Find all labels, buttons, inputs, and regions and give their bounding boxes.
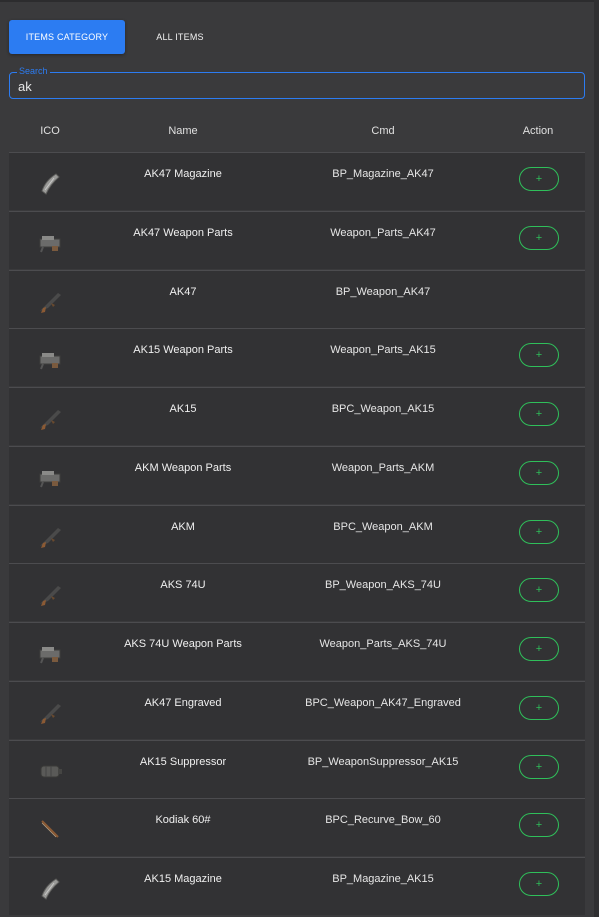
add-item-button[interactable]: + [519, 813, 559, 838]
rifle-icon [34, 696, 66, 728]
item-name: AK15 [169, 403, 197, 415]
add-item-button[interactable]: + [519, 695, 559, 720]
add-item-button[interactable]: + [519, 167, 559, 191]
item-name: AKM Weapon Parts [134, 461, 232, 474]
table-row: AK15 Suppressor BP_WeaponSuppressor_AK15 + [9, 739, 585, 798]
weapon-parts-icon [34, 637, 66, 669]
table-row: AKM Weapon Parts Weapon_Parts_AKM + [9, 445, 585, 504]
table-row: AK47 Magazine BP_Magazine_AK47 + [9, 152, 585, 210]
weapon-parts-icon [34, 226, 66, 258]
header-cmd: Cmd [371, 125, 395, 137]
item-name: AK47 [169, 285, 197, 298]
search-field[interactable]: Search [9, 66, 585, 99]
add-item-button[interactable]: + [519, 460, 559, 485]
item-cmd: Weapon_Parts_AK15 [330, 344, 436, 357]
item-name: Kodiak 60# [155, 814, 211, 827]
tab-all-items[interactable]: ALL ITEMS [125, 20, 235, 54]
suppressor-icon [34, 755, 66, 787]
item-cmd: Weapon_Parts_AKS_74U [319, 638, 447, 650]
header-name: Name [168, 125, 198, 137]
table-header: ICO Name Cmd Action [9, 118, 585, 144]
rifle-icon [34, 578, 66, 610]
category-tabs: ITEMS CATEGORY ALL ITEMS [9, 20, 235, 54]
table-row: AKM BPC_Weapon_AKM + [9, 504, 585, 563]
window-edge [594, 0, 599, 917]
item-cmd: BPC_Recurve_Bow_60 [325, 814, 441, 827]
add-item-button[interactable]: + [519, 225, 559, 250]
magazine-icon [34, 872, 66, 904]
table-row: AKS 74U Weapon Parts Weapon_Parts_AKS_74U… [9, 622, 585, 680]
add-item-button[interactable]: + [519, 872, 559, 896]
item-name: AK15 Magazine [144, 873, 222, 885]
items-table: AK47 Magazine BP_Magazine_AK47 + AK47 Weapo… [9, 152, 585, 916]
table-row: AKS 74U BP_Weapon_AKS_74U + [9, 563, 585, 622]
item-name: AKS 74U Weapon Parts [124, 638, 242, 650]
weapon-parts-icon [34, 343, 66, 375]
item-cmd: BPC_Weapon_AK15 [331, 403, 435, 415]
weapon-parts-icon [34, 461, 66, 493]
item-cmd: BP_Magazine_AK15 [332, 873, 434, 885]
table-row: AK47 Weapon Parts Weapon_Parts_AK47 + [9, 210, 585, 269]
item-cmd: Weapon_Parts_AKM [331, 461, 435, 474]
add-item-button[interactable]: + [519, 637, 559, 661]
add-item-button[interactable]: + [519, 519, 559, 544]
add-item-button[interactable]: + [519, 402, 559, 426]
rifle-icon [34, 285, 66, 317]
table-row: Kodiak 60# BPC_Recurve_Bow_60 + [9, 798, 585, 857]
item-name: AK47 Weapon Parts [133, 226, 233, 239]
item-cmd: BPC_Weapon_AK47_Engraved [305, 696, 461, 709]
item-name: AK15 Suppressor [139, 755, 227, 768]
header-ico: ICO [40, 125, 60, 137]
search-label: Search [17, 66, 50, 77]
search-input[interactable] [18, 77, 568, 95]
add-item-button[interactable]: + [519, 754, 559, 779]
tab-items-category[interactable]: ITEMS CATEGORY [9, 20, 125, 54]
item-cmd: Weapon_Parts_AK47 [330, 226, 436, 239]
item-cmd: BPC_Weapon_AKM [333, 520, 433, 533]
magazine-icon [34, 167, 66, 199]
rifle-icon [34, 402, 66, 434]
table-row: AK47 BP_Weapon_AK47 [9, 269, 585, 328]
add-item-button[interactable]: + [519, 343, 559, 368]
table-row: AK15 Weapon Parts Weapon_Parts_AK15 + [9, 328, 585, 387]
table-row: AK15 BPC_Weapon_AK15 + [9, 387, 585, 445]
item-name: AK47 Engraved [144, 696, 222, 709]
header-action: Action [522, 125, 554, 137]
item-name: AK47 Magazine [144, 168, 222, 180]
item-cmd: BP_Magazine_AK47 [332, 168, 434, 180]
item-name: AKS 74U [160, 579, 206, 592]
item-name: AK15 Weapon Parts [133, 344, 233, 357]
table-row: AK15 Magazine BP_Magazine_AK15 + [9, 857, 585, 915]
item-cmd: BP_Weapon_AK47 [335, 285, 431, 298]
table-row: AK47 Engraved BPC_Weapon_AK47_Engraved + [9, 680, 585, 739]
item-name: AKM [171, 520, 195, 533]
add-item-button[interactable]: + [519, 578, 559, 603]
rifle-icon [34, 520, 66, 552]
bow-icon [34, 813, 66, 845]
top-border [0, 0, 599, 2]
item-cmd: BP_Weapon_AKS_74U [325, 579, 441, 592]
item-cmd: BP_WeaponSuppressor_AK15 [307, 755, 459, 768]
